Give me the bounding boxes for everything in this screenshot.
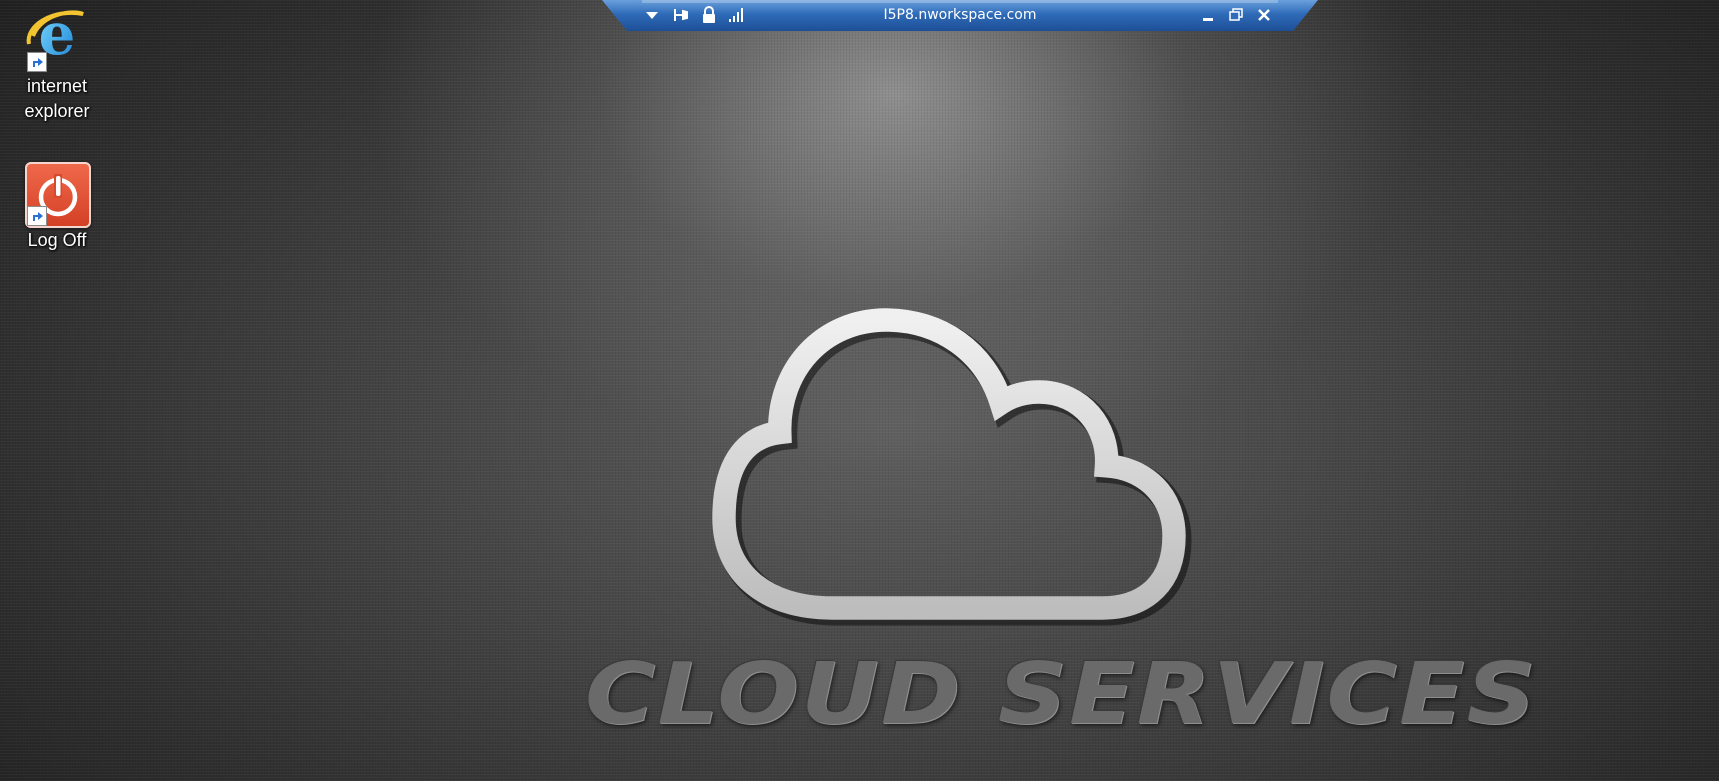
minimize-icon[interactable] xyxy=(1198,5,1218,25)
close-icon[interactable] xyxy=(1254,5,1274,25)
internet-explorer-icon: e xyxy=(23,0,91,74)
desktop-icon-label: internet xyxy=(26,76,88,96)
desktop-icon-log-off[interactable]: Log Off xyxy=(7,160,107,253)
shortcut-arrow-icon xyxy=(27,206,47,226)
desktop-icon-label: Log Off xyxy=(27,230,87,250)
wallpaper-brand-text: CLOUD SERVICES xyxy=(585,644,1538,744)
desktop-icon-internet-explorer[interactable]: e internet explorer xyxy=(7,0,107,124)
remote-connection-bar: I5P8.nworkspace.com xyxy=(602,0,1318,31)
cloud-icon xyxy=(700,300,1220,660)
desktop-icon-label: explorer xyxy=(24,101,90,121)
log-off-tile xyxy=(23,160,91,228)
shortcut-arrow-icon xyxy=(27,52,47,72)
restore-icon[interactable] xyxy=(1226,5,1246,25)
